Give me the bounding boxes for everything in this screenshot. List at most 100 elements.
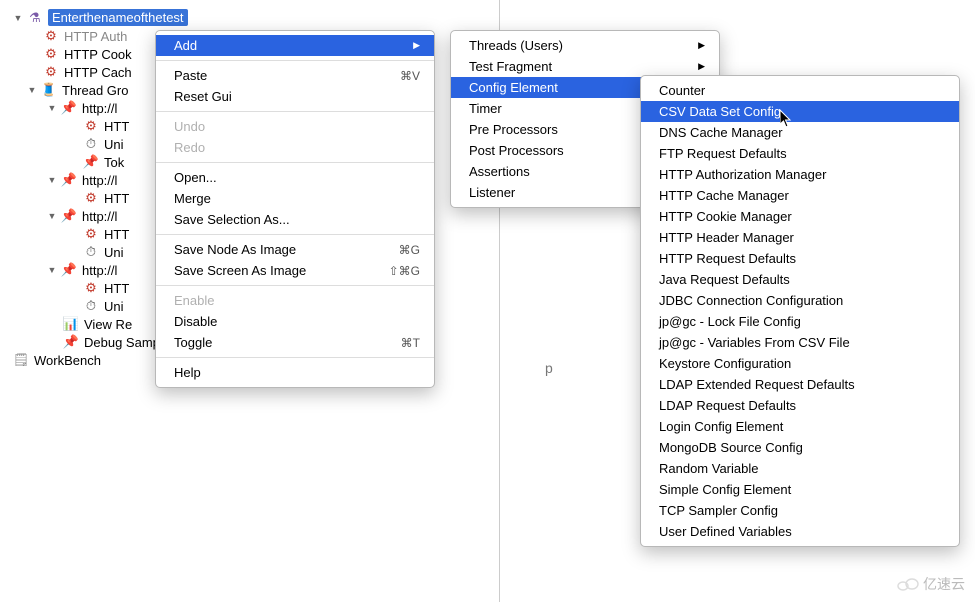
- menu-separator: [156, 60, 434, 61]
- menu-mongodb-config[interactable]: MongoDB Source Config: [641, 437, 959, 458]
- cursor-icon: [780, 110, 794, 132]
- shortcut: ⌘V: [400, 69, 420, 83]
- tree-label: http://l: [82, 101, 117, 116]
- watermark-text: 亿速云: [923, 574, 965, 594]
- sampler-icon: 📌: [60, 100, 78, 116]
- menu-save-screen-image[interactable]: Save Screen As Image ⇧⌘G: [156, 260, 434, 281]
- menu-label: Add: [174, 38, 197, 53]
- menu-threads[interactable]: Threads (Users) ▶: [451, 35, 719, 56]
- sampler-icon: 📌: [60, 172, 78, 188]
- tree-label: HTT: [104, 119, 129, 134]
- menu-paste[interactable]: Paste ⌘V: [156, 65, 434, 86]
- menu-http-header-manager[interactable]: HTTP Header Manager: [641, 227, 959, 248]
- menu-save-selection[interactable]: Save Selection As...: [156, 209, 434, 230]
- tree-label: http://l: [82, 173, 117, 188]
- menu-user-defined-variables[interactable]: User Defined Variables: [641, 521, 959, 542]
- timer-icon: ⏱: [82, 136, 100, 152]
- shortcut: ⌘G: [399, 243, 420, 257]
- shortcut: ⇧⌘G: [389, 264, 420, 278]
- menu-jpgc-lock-file[interactable]: jp@gc - Lock File Config: [641, 311, 959, 332]
- menu-undo: Undo: [156, 116, 434, 137]
- gear-icon: ⚙: [42, 28, 60, 44]
- tree-label: HTT: [104, 281, 129, 296]
- menu-java-request-defaults[interactable]: Java Request Defaults: [641, 269, 959, 290]
- menu-label: TCP Sampler Config: [659, 503, 778, 518]
- tree-label: Uni: [104, 299, 124, 314]
- menu-http-request-defaults[interactable]: HTTP Request Defaults: [641, 248, 959, 269]
- menu-toggle[interactable]: Toggle ⌘T: [156, 332, 434, 353]
- menu-reset-gui[interactable]: Reset Gui: [156, 86, 434, 107]
- menu-simple-config[interactable]: Simple Config Element: [641, 479, 959, 500]
- menu-help[interactable]: Help: [156, 362, 434, 383]
- tree-label: Uni: [104, 137, 124, 152]
- tree-label: HTTP Cook: [64, 47, 132, 62]
- flask-icon: ⚗: [26, 10, 44, 26]
- menu-label: Reset Gui: [174, 89, 232, 104]
- menu-separator: [156, 285, 434, 286]
- menu-keystore-config[interactable]: Keystore Configuration: [641, 353, 959, 374]
- menu-separator: [156, 357, 434, 358]
- menu-merge[interactable]: Merge: [156, 188, 434, 209]
- tree-label: Enterthenameofthetest: [48, 9, 188, 26]
- menu-label: Pre Processors: [469, 122, 558, 137]
- expander-icon[interactable]: ▼: [12, 12, 24, 24]
- menu-http-cookie-manager[interactable]: HTTP Cookie Manager: [641, 206, 959, 227]
- context-menu[interactable]: Add ▶ Paste ⌘V Reset Gui Undo Redo Open.…: [155, 30, 435, 388]
- menu-login-config[interactable]: Login Config Element: [641, 416, 959, 437]
- truncated-text: p: [545, 360, 553, 376]
- menu-tcp-sampler-config[interactable]: TCP Sampler Config: [641, 500, 959, 521]
- tree-root[interactable]: ▼ ⚗ Enterthenameofthetest: [0, 8, 499, 27]
- menu-label: Open...: [174, 170, 217, 185]
- menu-label: HTTP Authorization Manager: [659, 167, 826, 182]
- gear-icon: ⚙: [82, 280, 100, 296]
- expander-icon[interactable]: ▼: [46, 102, 58, 114]
- menu-enable: Enable: [156, 290, 434, 311]
- menu-jpgc-variables-csv[interactable]: jp@gc - Variables From CSV File: [641, 332, 959, 353]
- menu-test-fragment[interactable]: Test Fragment ▶: [451, 56, 719, 77]
- menu-ldap-request-defaults[interactable]: LDAP Request Defaults: [641, 395, 959, 416]
- gear-icon: ⚙: [82, 190, 100, 206]
- menu-csv-data-set[interactable]: CSV Data Set Config: [641, 101, 959, 122]
- menu-disable[interactable]: Disable: [156, 311, 434, 332]
- menu-label: HTTP Header Manager: [659, 230, 794, 245]
- tree-label: HTT: [104, 227, 129, 242]
- tree-label: Tok: [104, 155, 124, 170]
- expander-icon[interactable]: ▼: [46, 210, 58, 222]
- menu-label: User Defined Variables: [659, 524, 792, 539]
- menu-http-cache-manager[interactable]: HTTP Cache Manager: [641, 185, 959, 206]
- sampler-icon: 📌: [82, 154, 100, 170]
- expander-icon[interactable]: ▼: [46, 174, 58, 186]
- timer-icon: ⏱: [82, 244, 100, 260]
- menu-counter[interactable]: Counter: [641, 80, 959, 101]
- menu-ftp-defaults[interactable]: FTP Request Defaults: [641, 143, 959, 164]
- menu-separator: [156, 162, 434, 163]
- menu-label: CSV Data Set Config: [659, 104, 781, 119]
- menu-label: HTTP Cache Manager: [659, 188, 789, 203]
- menu-label: Help: [174, 365, 201, 380]
- menu-label: JDBC Connection Configuration: [659, 293, 843, 308]
- menu-jdbc-config[interactable]: JDBC Connection Configuration: [641, 290, 959, 311]
- menu-dns-cache[interactable]: DNS Cache Manager: [641, 122, 959, 143]
- menu-add[interactable]: Add ▶: [156, 35, 434, 56]
- tree-label: http://l: [82, 209, 117, 224]
- tree-label: HTTP Cach: [64, 65, 132, 80]
- menu-save-node-image[interactable]: Save Node As Image ⌘G: [156, 239, 434, 260]
- menu-http-auth-manager[interactable]: HTTP Authorization Manager: [641, 164, 959, 185]
- menu-label: MongoDB Source Config: [659, 440, 803, 455]
- menu-label: Test Fragment: [469, 59, 552, 74]
- menu-label: Save Node As Image: [174, 242, 296, 257]
- menu-label: Enable: [174, 293, 214, 308]
- menu-random-variable[interactable]: Random Variable: [641, 458, 959, 479]
- menu-label: Config Element: [469, 80, 558, 95]
- menu-open[interactable]: Open...: [156, 167, 434, 188]
- report-icon: 📊: [62, 316, 80, 332]
- shortcut: ⌘T: [401, 336, 420, 350]
- menu-ldap-ext-defaults[interactable]: LDAP Extended Request Defaults: [641, 374, 959, 395]
- menu-separator: [156, 234, 434, 235]
- expander-icon[interactable]: ▼: [46, 264, 58, 276]
- chevron-right-icon: ▶: [698, 40, 705, 51]
- expander-icon[interactable]: ▼: [26, 84, 38, 96]
- gear-icon: ⚙: [82, 118, 100, 134]
- config-element-submenu[interactable]: Counter CSV Data Set Config DNS Cache Ma…: [640, 75, 960, 547]
- gear-icon: ⚙: [42, 64, 60, 80]
